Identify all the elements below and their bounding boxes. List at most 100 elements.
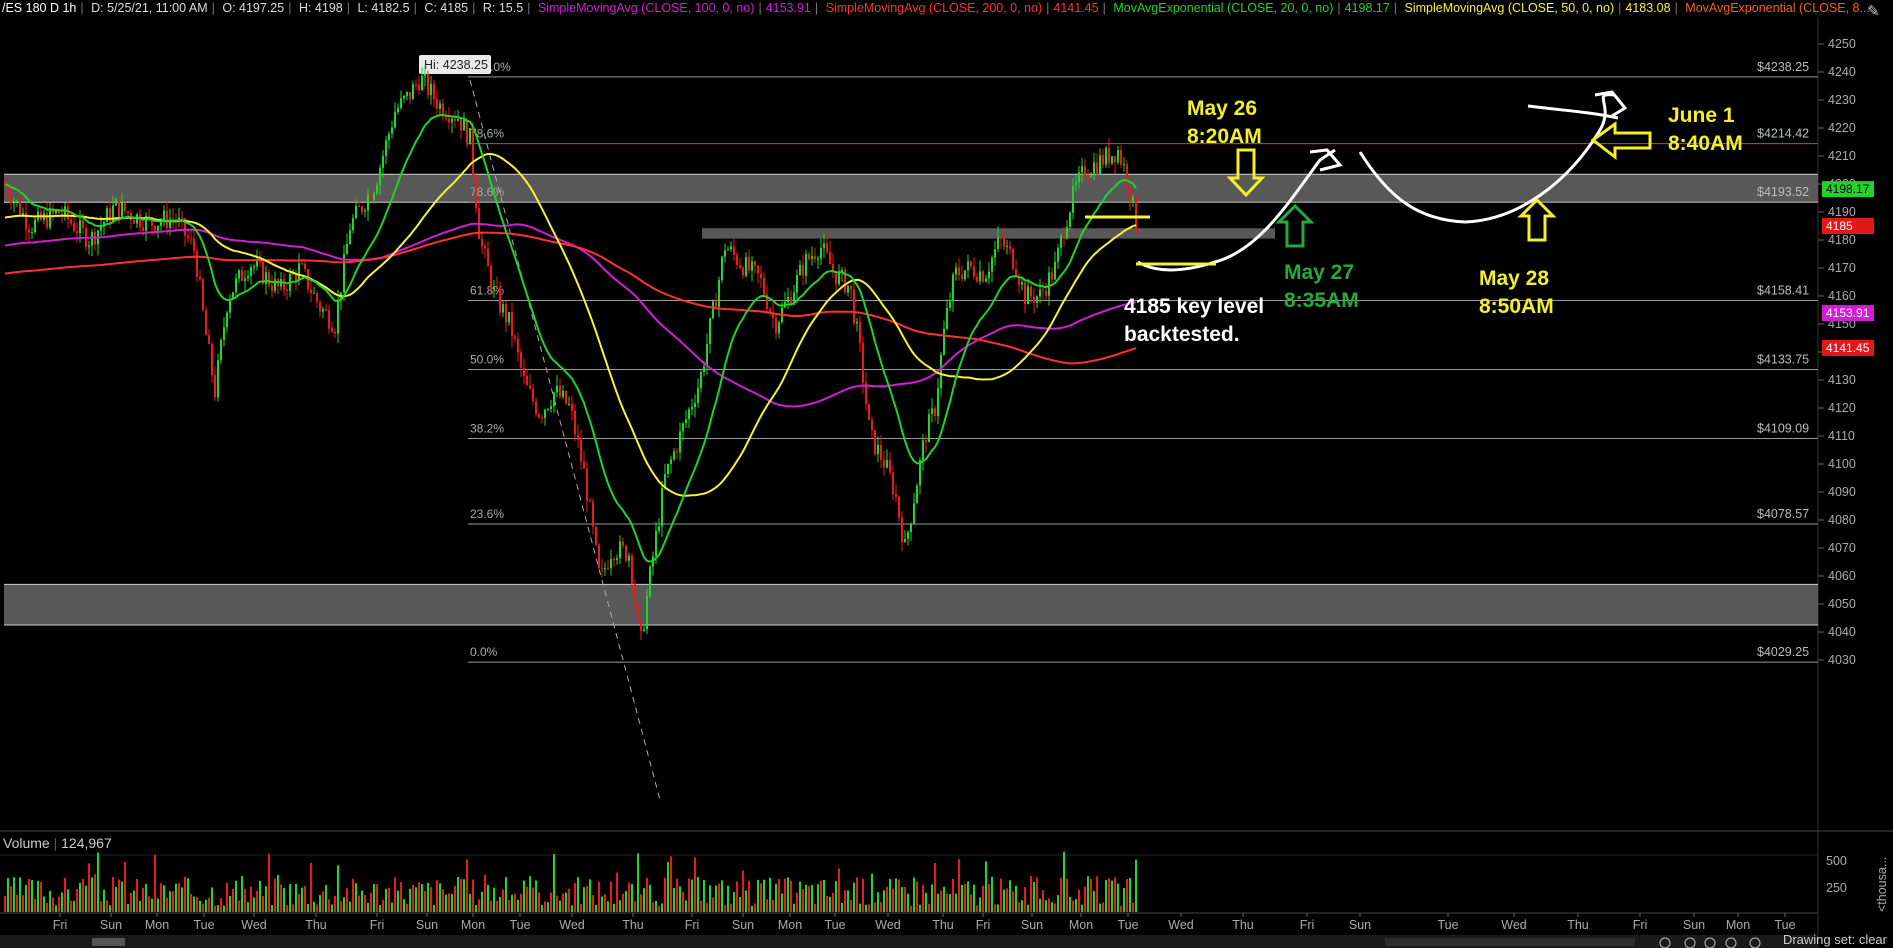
volume-bar <box>694 857 696 912</box>
candle-body <box>718 279 720 307</box>
candle-body <box>1051 272 1053 280</box>
candle-body <box>1117 149 1119 163</box>
candle-body <box>394 112 396 128</box>
candle-body <box>1105 147 1107 165</box>
x-tick-label: Wed <box>559 918 585 932</box>
volume-bar <box>1099 903 1101 912</box>
candle-body <box>934 408 936 416</box>
candle-body <box>1087 176 1089 178</box>
volume-bar <box>346 888 348 912</box>
volume-bar <box>892 888 894 912</box>
volume-bar <box>622 893 624 912</box>
candle-body <box>361 206 363 212</box>
y-tick-label: 4250 <box>1828 37 1856 51</box>
volume-bar <box>1030 876 1032 912</box>
volume-bar <box>607 901 609 912</box>
candle-body <box>286 289 288 291</box>
volume-bar <box>1069 896 1071 912</box>
volume-bar <box>706 902 708 912</box>
volume-bar <box>745 890 747 912</box>
volume-bar <box>625 890 627 912</box>
candle-body <box>595 526 597 545</box>
price-chart[interactable]: 100.0%$4238.2578.6%$4214.4278.6%$4193.52… <box>0 0 1893 948</box>
fib-price-label: $4214.42 <box>1757 127 1809 141</box>
volume-bar <box>46 902 48 912</box>
candle-body <box>937 388 939 416</box>
volume-bar <box>970 894 972 912</box>
volume-bar <box>784 878 786 912</box>
volume-bar <box>1048 898 1050 912</box>
volume-bar <box>166 897 168 912</box>
candle-body <box>454 118 456 121</box>
volume-bar <box>916 881 918 912</box>
volume-bar <box>1135 859 1137 912</box>
hi-label-text: Hi: 4238.25 <box>424 58 488 72</box>
candle-body <box>859 321 861 343</box>
candle-body <box>79 220 81 234</box>
candle-body <box>235 278 237 293</box>
candle-body <box>172 218 174 220</box>
candle-body <box>1108 147 1110 164</box>
candle-body <box>415 84 417 86</box>
volume-bar <box>406 903 408 912</box>
candle-body <box>142 227 144 231</box>
volume-bar <box>829 897 831 912</box>
volume-bar <box>217 905 219 912</box>
volume-bar <box>868 904 870 912</box>
drawing-set-label[interactable]: Drawing set: clear <box>1783 932 1887 947</box>
volume-bar <box>733 891 735 912</box>
candle-body <box>1003 238 1005 247</box>
candle-body <box>1048 272 1050 296</box>
volume-bar <box>901 886 903 912</box>
candle-body <box>943 328 945 355</box>
x-tick-label: Tue <box>1774 918 1795 932</box>
volume-bar <box>238 900 240 912</box>
volume-bar <box>565 892 567 912</box>
candle-body <box>457 119 459 121</box>
candle-body <box>1036 296 1038 303</box>
annotation-line1: 4185 key level <box>1124 295 1264 318</box>
candle-body <box>124 202 126 212</box>
candle-body <box>520 352 522 368</box>
y-tick-label: 4090 <box>1828 485 1856 499</box>
y-tick-label: 4220 <box>1828 121 1856 135</box>
volume-bar <box>964 884 966 912</box>
volume-bar <box>859 903 861 912</box>
candle-body <box>514 336 516 339</box>
fib-percent-label: 38.2% <box>470 422 504 436</box>
candle-body <box>685 419 687 424</box>
candle-body <box>568 403 570 405</box>
scrollbar-left-thumb <box>92 938 125 946</box>
volume-bar <box>550 892 552 912</box>
candle-body <box>154 225 156 232</box>
volume-bar <box>148 896 150 912</box>
support-zone <box>4 174 1818 203</box>
candle-body <box>34 219 36 233</box>
candle-body <box>868 404 870 420</box>
volume-bar <box>10 886 12 912</box>
volume-bar <box>1126 878 1128 912</box>
volume-bar <box>874 902 876 912</box>
candle-body <box>721 256 723 280</box>
volume-bar <box>184 876 186 912</box>
volume-bar <box>1087 876 1089 912</box>
volume-bar <box>19 877 21 912</box>
x-tick-label: Thu <box>932 918 954 932</box>
candle-body <box>517 338 519 353</box>
volume-bar <box>322 891 324 912</box>
fib-price-label: $4109.09 <box>1757 422 1809 436</box>
volume-bar <box>16 894 18 912</box>
candle-body <box>529 385 531 389</box>
candle-body <box>676 451 678 453</box>
volume-bar <box>922 884 924 912</box>
volume-bar <box>229 895 231 912</box>
candle-body <box>1090 175 1092 178</box>
candle-body <box>883 459 885 468</box>
volume-bar <box>775 883 777 912</box>
candle-body <box>208 335 210 344</box>
x-tick-label: Mon <box>1726 918 1750 932</box>
volume-bar <box>1117 883 1119 912</box>
volume-bar <box>79 882 81 912</box>
candle-body <box>538 414 540 418</box>
volume-bar <box>163 885 165 912</box>
